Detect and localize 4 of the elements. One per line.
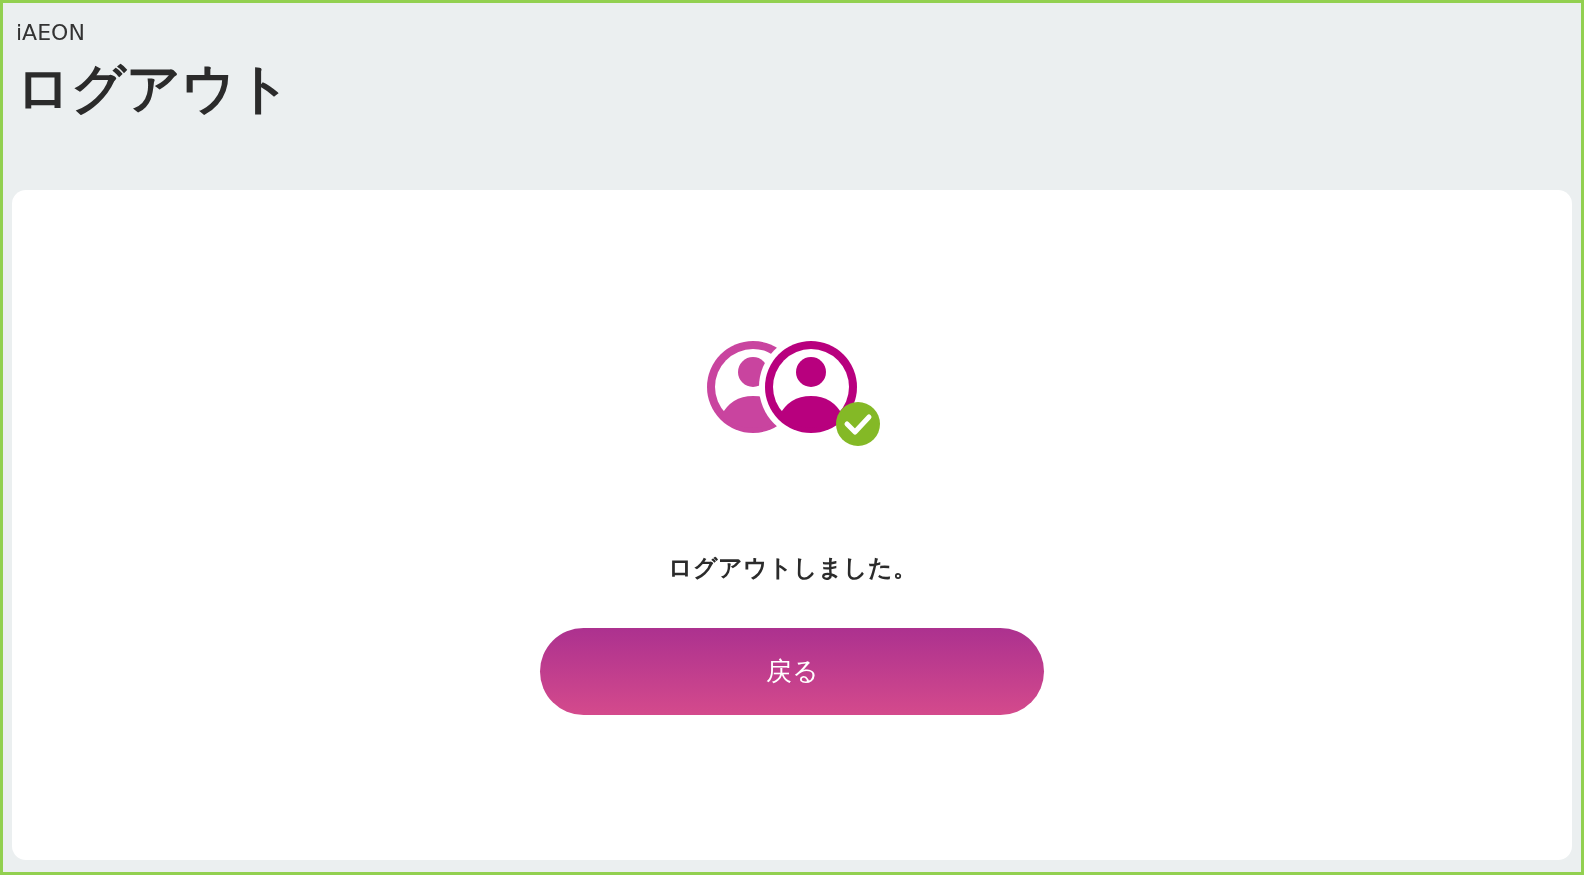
page-title: ログアウト — [16, 57, 292, 121]
site-name: iAEON — [16, 19, 86, 47]
logout-message: ログアウトしました。 — [667, 553, 917, 584]
back-button[interactable]: 戻る — [540, 628, 1044, 715]
